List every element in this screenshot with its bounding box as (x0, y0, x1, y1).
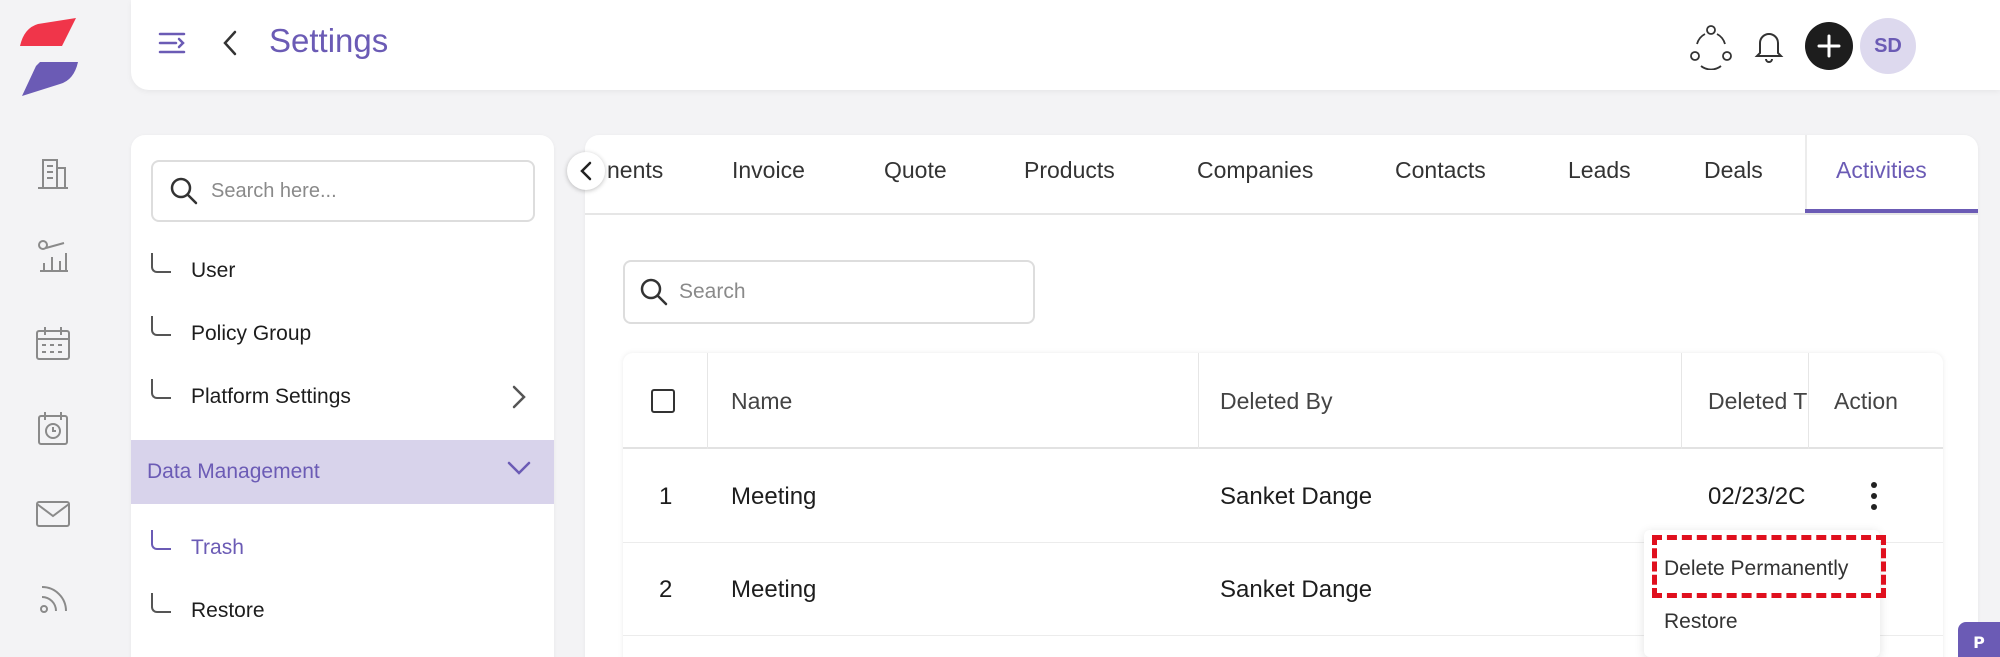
tab-leads[interactable]: Leads (1568, 157, 1631, 184)
sidebar-item-policy-group[interactable]: Policy Group (151, 312, 551, 356)
chevron-down-icon (507, 461, 531, 475)
tabs-scroll-left-button[interactable] (567, 152, 605, 190)
back-icon[interactable] (219, 28, 243, 58)
tab-companies[interactable]: Companies (1197, 157, 1313, 184)
restore-menu-item[interactable]: Restore (1664, 610, 1738, 634)
corner-tab[interactable]: P (1958, 622, 2000, 657)
tree-connector-icon (151, 253, 171, 273)
row-action-menu: Delete Permanently Restore (1644, 530, 1880, 657)
top-header: Settings SD (131, 0, 2000, 90)
sidebar-item-user[interactable]: User (151, 249, 551, 293)
row-name: Meeting (731, 482, 817, 510)
page-title: Settings (269, 22, 389, 59)
row-deleted-by: Sanket Dange (1220, 575, 1373, 603)
column-header-deleted-by[interactable]: Deleted By (1220, 353, 1333, 449)
menu-toggle-icon[interactable] (157, 28, 187, 58)
sidebar-search-input[interactable] (211, 179, 511, 203)
tree-connector-icon (151, 530, 171, 550)
table-header: Name Deleted By Deleted T Action (623, 353, 1943, 449)
sidebar-item-label: User (191, 259, 236, 282)
sidebar-group-label: Data Management (147, 460, 320, 483)
tab-divider (1805, 135, 1807, 213)
app-logo[interactable] (16, 18, 82, 98)
sidebar-item-label: Restore (191, 599, 265, 622)
tab-documents[interactable]: nents (607, 157, 663, 184)
tree-connector-icon (151, 316, 171, 336)
left-rail (0, 0, 104, 657)
sidebar-item-label: Policy Group (191, 322, 312, 345)
more-actions-icon[interactable] (1859, 476, 1889, 516)
sidebar-item-trash[interactable]: Trash (151, 526, 551, 570)
chevron-right-icon (512, 385, 526, 409)
tab-invoice[interactable]: Invoice (732, 157, 805, 184)
sidebar-item-label: Platform Settings (191, 385, 351, 408)
module-tabs: nents Invoice Quote Products Companies C… (585, 135, 1978, 215)
feed-icon[interactable] (33, 580, 73, 620)
tab-products[interactable]: Products (1024, 157, 1115, 184)
chevron-left-icon (580, 161, 592, 181)
row-index: 2 (659, 575, 673, 603)
team-icon[interactable] (1685, 20, 1737, 72)
active-tab-indicator (1805, 209, 1978, 213)
column-header-deleted-time[interactable]: Deleted T (1708, 353, 1808, 449)
tab-contacts[interactable]: Contacts (1395, 157, 1486, 184)
row-index: 1 (659, 482, 673, 510)
column-header-name[interactable]: Name (731, 353, 792, 449)
avatar[interactable]: SD (1860, 18, 1916, 74)
tree-connector-icon (151, 593, 171, 613)
column-divider (1198, 353, 1199, 449)
tab-activities[interactable]: Activities (1836, 157, 1927, 184)
calendar-icon[interactable] (33, 324, 73, 364)
sidebar-item-platform-settings[interactable]: Platform Settings (151, 375, 551, 419)
trash-search[interactable] (623, 260, 1035, 324)
column-header-action: Action (1834, 387, 1898, 414)
tree-connector-icon (151, 379, 171, 399)
column-divider (1681, 353, 1682, 449)
column-divider (1808, 353, 1809, 449)
sidebar-item-restore[interactable]: Restore (151, 589, 551, 633)
sidebar-item-label: Trash (191, 536, 244, 559)
column-divider (707, 353, 708, 449)
sidebar-search[interactable] (151, 160, 535, 222)
tab-quote[interactable]: Quote (884, 157, 947, 184)
settings-sidebar: User Policy Group Platform Settings Data… (131, 135, 554, 657)
mail-icon[interactable] (33, 494, 73, 534)
clock-calendar-icon[interactable] (33, 409, 73, 449)
search-icon (640, 278, 668, 306)
row-deleted-by: Sanket Dange (1220, 482, 1373, 510)
delete-permanently-menu-item[interactable]: Delete Permanently (1664, 557, 1848, 581)
search-input[interactable] (679, 280, 1009, 304)
select-all-checkbox[interactable] (651, 353, 675, 449)
add-button[interactable] (1805, 22, 1853, 70)
sidebar-group-data-management[interactable]: Data Management (131, 440, 554, 504)
building-icon[interactable] (33, 153, 73, 193)
row-name: Meeting (731, 575, 817, 603)
search-icon (170, 177, 198, 205)
analytics-icon[interactable] (33, 236, 73, 276)
bell-icon[interactable] (1743, 20, 1795, 72)
tab-deals[interactable]: Deals (1704, 157, 1763, 184)
